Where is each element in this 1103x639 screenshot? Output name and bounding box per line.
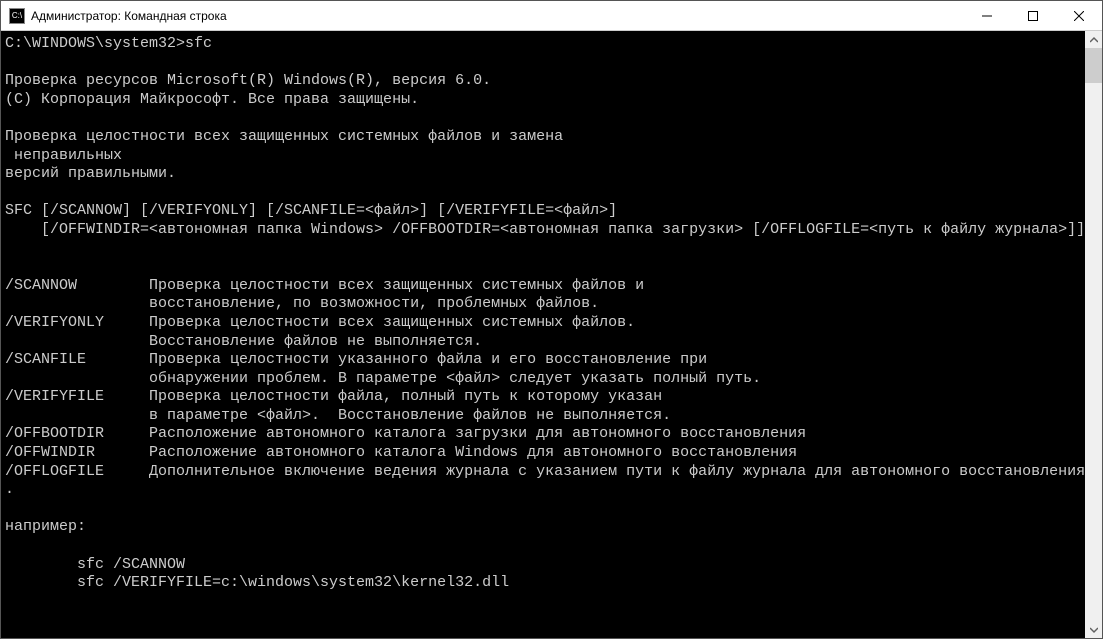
scroll-thumb[interactable]	[1085, 48, 1102, 83]
maximize-button[interactable]	[1010, 1, 1056, 31]
window-controls	[964, 1, 1102, 31]
close-icon	[1074, 11, 1084, 21]
close-button[interactable]	[1056, 1, 1102, 31]
cmd-icon: C:\	[9, 8, 25, 24]
titlebar[interactable]: C:\ Администратор: Командная строка	[1, 1, 1102, 31]
application-window: C:\ Администратор: Командная строка C:\W…	[0, 0, 1103, 639]
console-output[interactable]: C:\WINDOWS\system32>sfc Проверка ресурсо…	[1, 31, 1102, 593]
minimize-icon	[982, 11, 992, 21]
maximize-icon	[1028, 11, 1038, 21]
scroll-track[interactable]	[1085, 48, 1102, 621]
scroll-up-button[interactable]	[1085, 31, 1102, 48]
chevron-down-icon	[1090, 626, 1098, 634]
vertical-scrollbar[interactable]	[1085, 31, 1102, 638]
client-area: C:\WINDOWS\system32>sfc Проверка ресурсо…	[1, 31, 1102, 638]
scroll-down-button[interactable]	[1085, 621, 1102, 638]
chevron-up-icon	[1090, 36, 1098, 44]
window-title: Администратор: Командная строка	[31, 9, 227, 23]
minimize-button[interactable]	[964, 1, 1010, 31]
